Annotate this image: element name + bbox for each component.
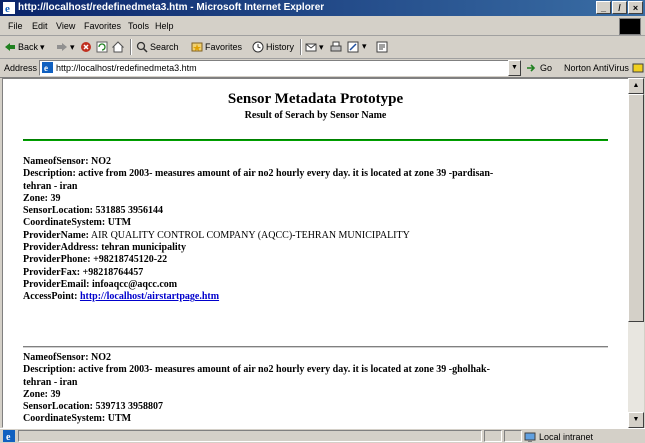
history-label: History — [266, 42, 295, 52]
svg-text:e: e — [44, 63, 48, 73]
record-field: ProviderEmail: infoaqcc@aqcc.com — [23, 278, 178, 290]
toolbar-separator — [300, 39, 302, 55]
sensor-record: NameofSensor: NO2 Description: active fr… — [23, 352, 613, 426]
mail-button[interactable]: ▾ — [305, 41, 324, 53]
history-icon — [252, 41, 264, 53]
scroll-up-button[interactable]: ▲ — [628, 78, 644, 94]
norton-icon — [632, 63, 644, 73]
address-bar: Address e http://localhost/redefinedmeta… — [0, 59, 645, 78]
record-field: ProviderName: AIR QUALITY CONTROL COMPAN… — [23, 229, 410, 241]
ie-window: e http://localhost/redefinedmeta3.htm - … — [0, 0, 645, 443]
zone-label: Local intranet — [539, 432, 594, 442]
record-field: Zone: 39 — [23, 192, 61, 204]
status-pane — [504, 430, 522, 442]
record-field: SensorLocation: 539713 3958807 — [23, 401, 163, 413]
menu-help[interactable]: Help — [155, 21, 174, 31]
edit-icon[interactable] — [347, 41, 359, 53]
search-label: Search — [150, 42, 179, 52]
dropdown-arrow-icon: ▾ — [362, 41, 367, 51]
access-point-link[interactable]: http://localhost/airstartpage.htm — [80, 291, 219, 302]
status-pane — [484, 430, 502, 442]
scroll-thumb[interactable] — [628, 94, 644, 322]
menu-favorites[interactable]: Favorites — [84, 21, 121, 31]
menu-tools[interactable]: Tools — [128, 21, 149, 31]
back-label: Back — [18, 42, 39, 52]
close-button[interactable]: × — [628, 1, 643, 14]
go-arrow-icon — [527, 64, 536, 72]
title-bar[interactable]: e http://localhost/redefinedmeta3.htm - … — [0, 0, 645, 16]
maximize-button[interactable]: ̸ — [612, 1, 627, 14]
mail-icon — [305, 43, 317, 52]
record-field: ProviderAddress: tehran municipality — [23, 242, 186, 254]
scroll-down-button[interactable]: ▼ — [628, 412, 644, 428]
page-subtitle: Result of Serach by Sensor Name — [244, 110, 387, 121]
address-dropdown-button[interactable]: ▼ — [508, 60, 521, 76]
history-button[interactable]: History — [252, 41, 294, 53]
print-icon[interactable] — [330, 41, 342, 53]
norton-antivirus-button[interactable]: Norton AntiVirus ▾ — [564, 62, 645, 74]
dropdown-arrow-icon: ▾ — [40, 41, 45, 52]
page-title: Sensor Metadata Prototype — [227, 91, 404, 107]
menu-view[interactable]: View — [56, 21, 75, 31]
record-field: SensorLocation: 531885 3956144 — [23, 205, 163, 217]
norton-label: Norton AntiVirus — [564, 63, 629, 73]
ie-logo-icon: e — [3, 2, 15, 14]
address-input[interactable]: e http://localhost/redefinedmeta3.htm — [39, 60, 511, 76]
toolbar-separator — [130, 39, 132, 55]
address-url: http://localhost/redefinedmeta3.htm — [56, 63, 197, 73]
svg-text:e: e — [5, 3, 10, 14]
svg-text:e: e — [6, 432, 11, 442]
dropdown-arrow-icon: ▾ — [70, 41, 75, 52]
windows-logo-icon — [619, 18, 641, 35]
record-field: AccessPoint: http://localhost/airstartpa… — [23, 291, 220, 303]
forward-button[interactable]: ▾ — [56, 41, 75, 53]
edit-dropdown[interactable]: ▾ — [362, 41, 367, 52]
page-status-icon: e — [3, 430, 15, 442]
record-field: tehran - iran — [23, 376, 78, 388]
toolbar: Back ▾ ▾ Search Favorites History ▾ ▾ — [0, 36, 645, 59]
search-button[interactable]: Search — [136, 41, 179, 53]
record-field: ProviderPhone: +98218745120-22 — [23, 254, 168, 266]
stop-icon[interactable] — [80, 41, 92, 53]
discuss-icon[interactable] — [376, 41, 388, 53]
status-bar: e Local intranet — [0, 428, 645, 443]
address-label: Address — [4, 63, 38, 73]
local-intranet-icon — [524, 432, 536, 442]
record-field: Zone: 39 — [23, 388, 61, 400]
green-divider — [23, 139, 608, 141]
dropdown-arrow-icon: ▾ — [319, 41, 324, 52]
back-arrow-icon — [5, 43, 15, 51]
vertical-scrollbar[interactable]: ▲ ▼ — [628, 78, 644, 428]
security-zone: Local intranet — [524, 431, 593, 443]
sensor-record: NameofSensor: NO2 Description: active fr… — [23, 156, 613, 304]
search-icon — [136, 41, 148, 53]
record-field: CoordinateSystem: UTM — [23, 217, 132, 229]
record-divider — [23, 346, 608, 348]
record-field: tehran - iran — [23, 180, 78, 192]
menu-file[interactable]: File — [8, 21, 23, 31]
record-field: CoordinateSystem: UTM — [23, 413, 132, 425]
status-text-pane — [18, 430, 482, 442]
home-icon[interactable] — [112, 41, 124, 53]
back-button[interactable]: Back ▾ — [4, 41, 45, 53]
window-title: http://localhost/redefinedmeta3.htm - Mi… — [18, 2, 325, 13]
forward-arrow-icon — [57, 43, 67, 51]
menu-bar: File Edit View Favorites Tools Help — [0, 17, 645, 36]
minimize-button[interactable]: _ — [596, 1, 611, 14]
page-content: Sensor Metadata Prototype Result of Sera… — [2, 78, 629, 428]
record-field: ProviderFax: +98218764457 — [23, 266, 144, 278]
page-icon: e — [42, 62, 53, 73]
favorites-label: Favorites — [205, 42, 243, 52]
record-field: NameofSensor: NO2 — [23, 352, 112, 363]
record-field: Description: active from 2003- measures … — [23, 168, 494, 180]
favorites-button[interactable]: Favorites — [191, 41, 242, 53]
go-button[interactable]: Go — [526, 62, 552, 74]
favorites-icon — [191, 42, 203, 52]
go-label: Go — [540, 63, 553, 73]
menu-edit[interactable]: Edit — [32, 21, 48, 31]
refresh-icon[interactable] — [96, 41, 108, 53]
record-field: NameofSensor: NO2 — [23, 156, 112, 167]
record-field: Description: active from 2003- measures … — [23, 364, 490, 376]
